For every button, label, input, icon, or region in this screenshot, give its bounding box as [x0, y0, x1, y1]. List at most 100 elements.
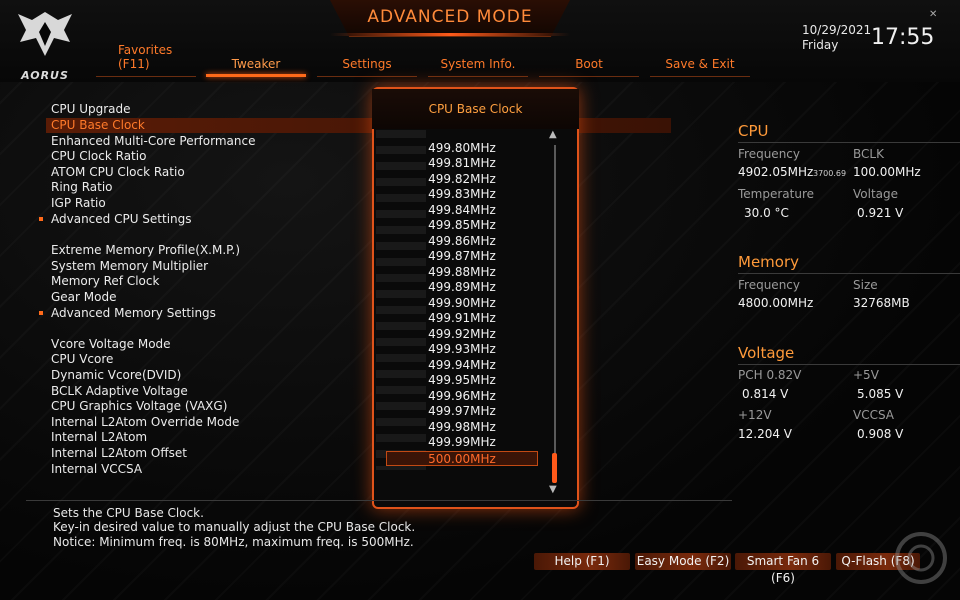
- scroll-up-arrow-icon[interactable]: ▲: [549, 129, 557, 140]
- memory-frequency-label: Frequency: [738, 278, 800, 292]
- cpu-section-title: CPU: [738, 122, 769, 140]
- submenu-bullet-icon: [39, 217, 43, 221]
- popup-title: CPU Base Clock: [428, 102, 523, 116]
- cpu-bclk-label: BCLK: [853, 147, 884, 161]
- popup-option[interactable]: 499.96MHz: [386, 389, 538, 404]
- menu-item-l2atom-offset[interactable]: Internal L2Atom Offset: [51, 446, 187, 461]
- menu-item-atom-cpu-clock-ratio[interactable]: ATOM CPU Clock Ratio: [51, 165, 185, 180]
- menu-item-vcore-voltage-mode[interactable]: Vcore Voltage Mode: [51, 337, 171, 352]
- popup-option[interactable]: 499.92MHz: [386, 327, 538, 342]
- menu-item-cpu-graphics-voltage[interactable]: CPU Graphics Voltage (VAXG): [51, 399, 227, 414]
- menu-item-l2atom[interactable]: Internal L2Atom: [51, 430, 147, 445]
- cpu-temperature-value: 30.0 °C: [744, 206, 789, 220]
- popup-option[interactable]: 499.99MHz: [386, 435, 538, 450]
- tab-favorites-key: (F11): [118, 57, 150, 71]
- help-text-line-1: Sets the CPU Base Clock.: [53, 506, 204, 520]
- help-button[interactable]: Help (F1): [534, 553, 630, 570]
- 12v-value: 12.204 V: [738, 427, 793, 441]
- popup-option[interactable]: 499.94MHz: [386, 358, 538, 373]
- popup-scrollbar-track[interactable]: [554, 145, 556, 483]
- submenu-bullet-icon: [39, 311, 43, 315]
- tab-boot[interactable]: Boot: [539, 57, 639, 77]
- popup-option[interactable]: 499.85MHz: [386, 218, 538, 233]
- tab-favorites[interactable]: Favorites (F11): [96, 43, 196, 77]
- page-title: ADVANCED MODE: [367, 7, 533, 27]
- menu-item-dynamic-vcore[interactable]: Dynamic Vcore(DVID): [51, 368, 181, 383]
- cpu-frequency-label: Frequency: [738, 147, 800, 161]
- popup-option[interactable]: 499.83MHz: [386, 187, 538, 202]
- popup-option[interactable]: 499.81MHz: [386, 156, 538, 171]
- logo-text: AORUS: [21, 69, 69, 82]
- popup-option[interactable]: 499.88MHz: [386, 265, 538, 280]
- menu-item-cpu-vcore[interactable]: CPU Vcore: [51, 352, 113, 367]
- cpu-frequency-value: 4902.05MHz: [738, 165, 814, 179]
- 5v-value: 5.085 V: [857, 387, 904, 401]
- popup-scrollbar-thumb[interactable]: [552, 453, 557, 483]
- popup-option[interactable]: 499.90MHz: [386, 296, 538, 311]
- vccsa-label: VCCSA: [853, 408, 895, 422]
- menu-item-enhanced-multi-core[interactable]: Enhanced Multi-Core Performance: [51, 134, 255, 149]
- menu-item-internal-vccsa[interactable]: Internal VCCSA: [51, 462, 142, 477]
- popup-option[interactable]: 499.91MHz: [386, 311, 538, 326]
- menu-item-ring-ratio[interactable]: Ring Ratio: [51, 180, 113, 195]
- popup-option[interactable]: 499.80MHz: [386, 141, 538, 156]
- menu-item-igp-ratio[interactable]: IGP Ratio: [51, 196, 106, 211]
- popup-option[interactable]: 499.93MHz: [386, 342, 538, 357]
- menu-item-cpu-base-clock[interactable]: CPU Base Clock: [51, 118, 145, 133]
- time-display: 17:55: [871, 25, 935, 50]
- popup-option[interactable]: 499.84MHz: [386, 203, 538, 218]
- memory-frequency-value: 4800.00MHz: [738, 296, 814, 310]
- day-display: Friday: [802, 38, 839, 52]
- cpu-voltage-label: Voltage: [853, 187, 899, 201]
- pch-voltage-label: PCH 0.82V: [738, 368, 802, 382]
- 5v-label: +5V: [853, 368, 879, 382]
- menu-item-advanced-cpu-settings[interactable]: Advanced CPU Settings: [51, 212, 192, 227]
- memory-size-label: Size: [853, 278, 878, 292]
- tab-settings[interactable]: Settings: [317, 57, 417, 77]
- help-divider: [26, 500, 732, 501]
- cpu-voltage-value: 0.921 V: [857, 206, 904, 220]
- popup-option-selected[interactable]: 500.00MHz: [386, 451, 538, 466]
- popup-option[interactable]: 499.86MHz: [386, 234, 538, 249]
- popup-option[interactable]: 499.97MHz: [386, 404, 538, 419]
- menu-item-memory-ref-clock[interactable]: Memory Ref Clock: [51, 274, 159, 289]
- popup-option[interactable]: 499.89MHz: [386, 280, 538, 295]
- menu-item-l2atom-override-mode[interactable]: Internal L2Atom Override Mode: [51, 415, 239, 430]
- close-icon[interactable]: ✕: [929, 9, 937, 20]
- smart-fan-button[interactable]: Smart Fan 6 (F6): [735, 553, 831, 585]
- menu-item-advanced-memory-settings[interactable]: Advanced Memory Settings: [51, 306, 216, 321]
- pch-voltage-value: 0.814 V: [742, 387, 789, 401]
- popup-option[interactable]: 499.95MHz: [386, 373, 538, 388]
- section-divider: [738, 273, 960, 274]
- menu-item-cpu-clock-ratio[interactable]: CPU Clock Ratio: [51, 149, 146, 164]
- help-text-line-2: Key-in desired value to manually adjust …: [53, 520, 416, 534]
- title-glow: [330, 33, 570, 36]
- tab-tweaker[interactable]: Tweaker: [206, 57, 306, 77]
- cpu-temperature-label: Temperature: [738, 187, 815, 201]
- popup-option[interactable]: 499.82MHz: [386, 172, 538, 187]
- vccsa-value: 0.908 V: [857, 427, 904, 441]
- memory-section-title: Memory: [738, 253, 800, 271]
- popup-option[interactable]: 499.98MHz: [386, 420, 538, 435]
- section-divider: [738, 142, 960, 143]
- menu-item-cpu-upgrade[interactable]: CPU Upgrade: [51, 102, 131, 117]
- tab-save-exit[interactable]: Save & Exit: [650, 57, 750, 77]
- help-text-line-3: Notice: Minimum freq. is 80MHz, maximum …: [53, 535, 414, 549]
- menu-item-bclk-adaptive-voltage[interactable]: BCLK Adaptive Voltage: [51, 384, 188, 399]
- voltage-section-title: Voltage: [738, 344, 795, 362]
- cpu-frequency-sub-value: 3700.69: [813, 169, 847, 178]
- easy-mode-button[interactable]: Easy Mode (F2): [635, 553, 731, 570]
- tab-favorites-label: Favorites: [118, 43, 173, 57]
- memory-size-value: 32768MB: [853, 296, 910, 310]
- section-divider: [738, 364, 960, 365]
- menu-item-system-memory-multiplier[interactable]: System Memory Multiplier: [51, 259, 208, 274]
- popup-option[interactable]: 499.87MHz: [386, 249, 538, 264]
- menu-item-xmp[interactable]: Extreme Memory Profile(X.M.P.): [51, 243, 240, 258]
- cpu-bclk-value: 100.00MHz: [853, 165, 921, 179]
- scroll-down-arrow-icon[interactable]: ▼: [549, 484, 557, 495]
- date-display: 10/29/2021: [802, 23, 872, 37]
- menu-item-gear-mode[interactable]: Gear Mode: [51, 290, 116, 305]
- tab-system-info[interactable]: System Info.: [428, 57, 528, 77]
- 12v-label: +12V: [738, 408, 772, 422]
- watermark-logo-icon: [895, 532, 947, 584]
